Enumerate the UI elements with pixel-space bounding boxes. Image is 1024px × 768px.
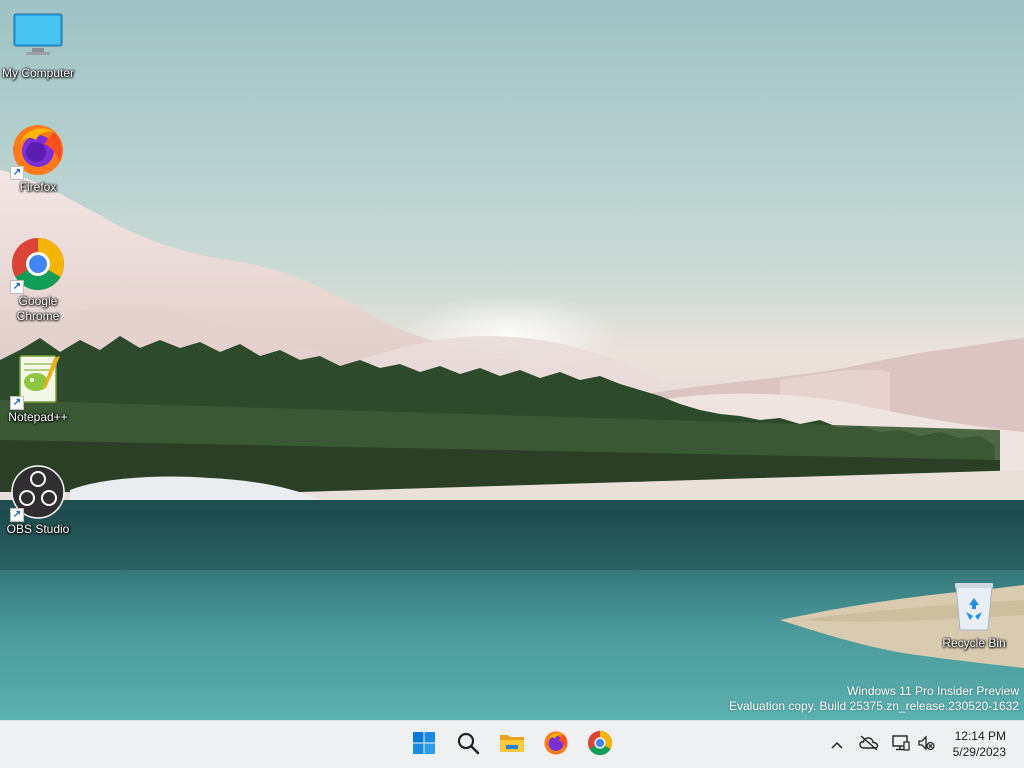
volume-button[interactable] (914, 729, 938, 761)
onedrive-offline-icon (859, 734, 879, 756)
desktop[interactable]: My Computer ↗ Firefox ↗ Google Chrome ↗ … (0, 0, 1024, 720)
shortcut-arrow-icon: ↗ (10, 280, 24, 294)
shortcut-arrow-icon: ↗ (10, 396, 24, 410)
chrome-icon: ↗ (10, 236, 66, 294)
desktop-icon-label: My Computer (1, 66, 75, 80)
file-explorer-icon (499, 731, 525, 760)
desktop-icon-label: OBS Studio (6, 522, 70, 536)
evaluation-watermark: Windows 11 Pro Insider Preview Evaluatio… (729, 684, 1019, 714)
wallpaper (0, 170, 1024, 720)
network-icon (890, 734, 910, 756)
chrome-taskbar-button[interactable] (580, 725, 620, 765)
file-explorer-button[interactable] (492, 725, 532, 765)
desktop-icon-recycle-bin[interactable]: Recycle Bin (936, 578, 1012, 651)
monitor-icon (10, 8, 66, 64)
obs-icon: ↗ (10, 464, 66, 522)
desktop-icon-my-computer[interactable]: My Computer (0, 8, 76, 81)
shortcut-arrow-icon: ↗ (10, 166, 24, 180)
desktop-icon-firefox[interactable]: ↗ Firefox (0, 122, 76, 195)
clock[interactable]: 12:14 PM 5/29/2023 (953, 728, 1006, 760)
watermark-line-2: Evaluation copy. Build 25375.zn_release.… (729, 699, 1019, 713)
firefox-icon: ↗ (10, 122, 66, 180)
desktop-icon-label: Recycle Bin (942, 636, 1006, 650)
desktop-icon-obs-studio[interactable]: ↗ OBS Studio (0, 464, 76, 537)
firefox-icon (543, 730, 569, 761)
notepadpp-icon: ↗ (10, 352, 66, 410)
volume-muted-icon (917, 734, 935, 756)
firefox-taskbar-button[interactable] (536, 725, 576, 765)
search-button[interactable] (448, 725, 488, 765)
desktop-icon-google-chrome[interactable]: ↗ Google Chrome (0, 236, 76, 324)
onedrive-status-button[interactable] (856, 729, 882, 761)
desktop-icon-label: Firefox (19, 180, 57, 194)
desktop-icon-label: Google Chrome (16, 294, 60, 323)
search-icon (456, 731, 480, 760)
start-icon (412, 731, 436, 760)
desktop-icon-label: Notepad++ (8, 410, 68, 424)
clock-date: 5/29/2023 (952, 745, 1006, 759)
clock-time: 12:14 PM (954, 729, 1006, 743)
taskbar: 12:14 PM 5/29/2023 (0, 720, 1024, 768)
desktop-icon-notepadpp[interactable]: ↗ Notepad++ (0, 352, 76, 425)
network-button[interactable] (888, 729, 912, 761)
chevron-up-icon (831, 736, 843, 754)
watermark-line-1: Windows 11 Pro Insider Preview (847, 684, 1019, 698)
shortcut-arrow-icon: ↗ (10, 508, 24, 522)
show-hidden-icons-button[interactable] (826, 729, 848, 761)
start-button[interactable] (404, 725, 444, 765)
chrome-icon (587, 730, 613, 761)
recycle-bin-icon (946, 578, 1002, 634)
